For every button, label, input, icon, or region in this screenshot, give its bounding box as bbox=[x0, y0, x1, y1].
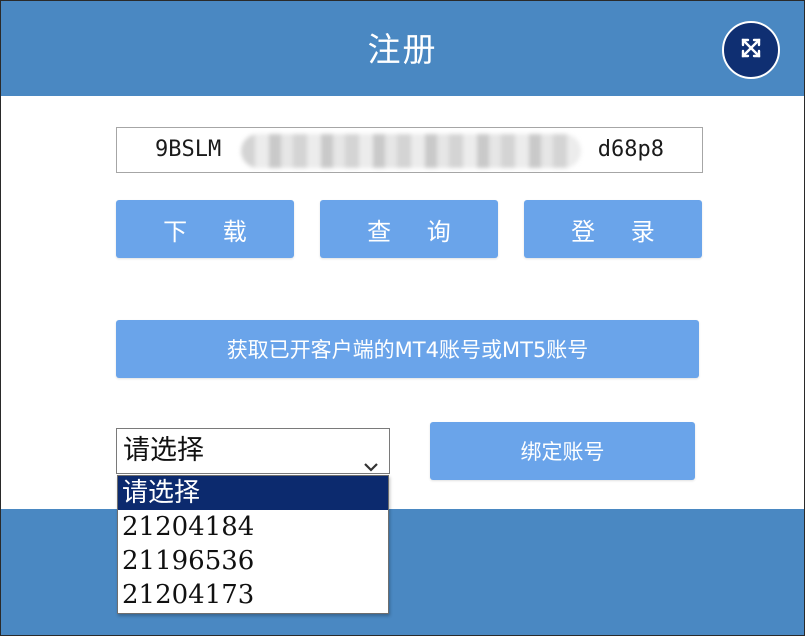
dialog-title: 注册 bbox=[367, 30, 438, 69]
close-icon bbox=[738, 35, 764, 65]
account-select[interactable]: 请选择 bbox=[116, 428, 390, 474]
close-button[interactable] bbox=[722, 21, 780, 79]
key-obscured-region bbox=[241, 134, 581, 168]
download-button[interactable]: 下 载 bbox=[116, 200, 294, 258]
account-select-value: 请选择 bbox=[123, 435, 204, 466]
bind-account-button[interactable]: 绑定账号 bbox=[430, 422, 695, 480]
dropdown-option[interactable]: 请选择 bbox=[118, 476, 388, 510]
query-button[interactable]: 查 询 bbox=[320, 200, 498, 258]
dropdown-option[interactable]: 21204173 bbox=[118, 578, 388, 612]
login-button[interactable]: 登 录 bbox=[524, 200, 702, 258]
key-visible-end: d68p8 bbox=[597, 137, 664, 162]
key-visible-start: 9BSLM bbox=[155, 137, 222, 162]
fetch-accounts-button[interactable]: 获取已开客户端的MT4账号或MT5账号 bbox=[116, 320, 699, 378]
dropdown-option[interactable]: 21196536 bbox=[118, 544, 388, 578]
account-dropdown-list: 请选择 21204184 21196536 21204173 bbox=[117, 475, 389, 614]
dropdown-option[interactable]: 21204184 bbox=[118, 510, 388, 544]
register-dialog: 注册 9BSLM d68p8 下 载 查 询 登 录 获取已开客户端的MT4账号… bbox=[0, 0, 805, 636]
registration-key-field[interactable]: 9BSLM d68p8 bbox=[116, 127, 703, 173]
dialog-header: 注册 bbox=[1, 1, 804, 96]
